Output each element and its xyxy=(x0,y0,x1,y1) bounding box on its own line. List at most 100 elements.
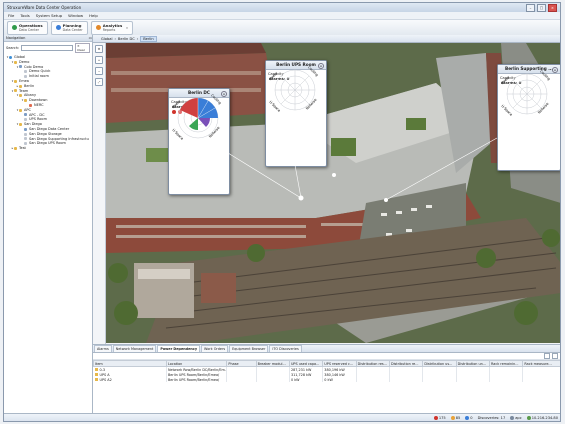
chevron-right-icon: › xyxy=(136,36,139,41)
room-icon xyxy=(24,75,27,79)
cell-text: 0 kW xyxy=(290,377,300,382)
bottom-panel: Alarms Network Management Power Dependen… xyxy=(93,344,560,414)
analytics-title: Analytics xyxy=(102,22,123,28)
warning-count[interactable]: 85 xyxy=(450,416,461,420)
user-icon xyxy=(510,416,515,420)
tab-ito-discoveries[interactable]: ITO Discoveries xyxy=(269,345,302,352)
card-berlin-ups-room[interactable]: Berlin UPS Room × Capacity Power Cooling … xyxy=(265,60,327,167)
filter-icon[interactable] xyxy=(544,353,550,359)
room-icon xyxy=(24,118,27,122)
breadcrumb-berlin-dc[interactable]: Berlin DC xyxy=(118,37,135,41)
aerial-map-view[interactable]: Berlin DC × Capacity Power Cooling U-Spac… xyxy=(106,43,560,343)
cell-text: 380,196 kW xyxy=(324,367,345,372)
user-label: apc xyxy=(515,416,522,420)
menu-help[interactable]: Help xyxy=(89,13,98,18)
breadcrumb-global[interactable]: Global xyxy=(101,37,112,41)
tab-power-dependency[interactable]: Power Dependency xyxy=(157,345,201,352)
room-icon xyxy=(24,70,27,74)
tab-work-orders[interactable]: Work Orders xyxy=(201,345,229,352)
map-toolbar: ✥ + − ⤢ xyxy=(93,43,106,345)
axis-power: Power xyxy=(171,99,182,110)
globe-icon xyxy=(9,55,12,59)
warning-alarm-icon xyxy=(450,416,455,420)
ups-room-capacity-radar: Power Cooling U-Space Network xyxy=(268,65,319,112)
table-cell xyxy=(256,377,290,382)
card-berlin-dc[interactable]: Berlin DC × Capacity Power Cooling U-Spac… xyxy=(168,88,230,195)
cell-text: UPS A xyxy=(99,372,110,377)
table-cell xyxy=(422,377,457,382)
table-cell xyxy=(456,377,491,382)
tree-item[interactable]: ▸ Test xyxy=(4,146,92,151)
maximize-button[interactable]: □ xyxy=(537,3,546,12)
critical-count[interactable]: 175 xyxy=(433,416,446,420)
operations-subtitle: Data Center xyxy=(19,27,40,32)
planning-icon xyxy=(55,25,61,30)
discoveries[interactable]: Discoveries: 17 xyxy=(478,416,506,420)
tree-item-label: Test xyxy=(19,146,26,151)
clear-button[interactable]: ✕ Clear xyxy=(75,43,90,53)
cell-text: 0 kW xyxy=(324,377,333,382)
clear-label: Clear xyxy=(77,48,85,52)
table-cell: Berlin UPS Room/Berlin/Emea/ xyxy=(166,377,228,382)
info-count[interactable]: 0 xyxy=(465,416,473,420)
ups-icon xyxy=(94,368,98,371)
dc-icon xyxy=(24,113,27,117)
table-cell: Berlin UPS Room/Berlin/Emea/ xyxy=(166,372,228,377)
fit-icon[interactable]: ⤢ xyxy=(95,78,103,86)
breadcrumb-berlin[interactable]: Berlin xyxy=(140,35,157,42)
ups-icon xyxy=(94,378,98,381)
power-dependency-table: Item Location Phase Breaker modul... UPS use… xyxy=(93,360,560,382)
operations-button[interactable]: Operations Data Center xyxy=(7,20,48,35)
export-icon[interactable] xyxy=(552,353,558,359)
operations-title: Operations xyxy=(19,22,43,28)
tab-equipment-browser[interactable]: Equipment Browser xyxy=(229,345,269,352)
axis-uspace: U-Space xyxy=(171,128,184,141)
planning-button[interactable]: Planning Data Center xyxy=(50,20,88,35)
tab-network-management[interactable]: Network Management xyxy=(112,345,157,352)
operations-icon xyxy=(12,25,17,30)
axis-network: Network xyxy=(537,102,550,115)
close-button[interactable]: × xyxy=(548,3,557,12)
menu-file[interactable]: File xyxy=(8,13,14,18)
breadcrumb: Global › Berlin DC › Berlin xyxy=(101,35,157,42)
chevron-down-icon[interactable]: ▾ xyxy=(126,26,128,30)
navigation-search: Search: ✕ Clear xyxy=(4,42,92,54)
server-icon xyxy=(526,416,531,420)
room-icon xyxy=(24,132,27,136)
perspective-toolbar: Operations Data Center Planning Data Cente… xyxy=(4,20,560,36)
menu-window[interactable]: Window xyxy=(68,13,83,18)
cell-text: 0-3 xyxy=(99,367,106,372)
pan-icon[interactable]: ✥ xyxy=(95,45,103,53)
card-berlin-supporting[interactable]: Berlin Supporting ... × Capacity Power Co… xyxy=(497,64,560,171)
cell-text: 311,728 kW xyxy=(290,372,312,377)
menu-system-setup[interactable]: System Setup xyxy=(36,13,62,18)
bottom-tabs: Alarms Network Management Power Dependen… xyxy=(93,345,560,353)
folder-icon xyxy=(14,60,17,64)
ups-icon xyxy=(94,373,98,376)
folder-icon xyxy=(24,99,27,103)
tree-item-label: Initial room xyxy=(29,74,49,79)
tab-alarms[interactable]: Alarms xyxy=(94,345,112,352)
user: apc xyxy=(510,416,522,420)
table-row[interactable]: UPS A2 Berlin UPS Room/Berlin/Emea/0 kW 0 … xyxy=(93,377,560,382)
search-input[interactable] xyxy=(21,45,74,51)
axis-power: Power xyxy=(500,75,511,86)
analytics-subtitle: Reports xyxy=(102,27,116,32)
cell-text: 287,231 kW xyxy=(290,367,312,372)
minimize-pane-icon[interactable]: ▭ xyxy=(89,36,92,40)
critical-count-label: 175 xyxy=(438,416,446,420)
warning-count-label: 85 xyxy=(455,416,461,420)
analytics-button[interactable]: Analytics Reports ▾ xyxy=(90,20,133,35)
folder-icon xyxy=(19,84,22,88)
cell-text: Network Row/Berlin DC/Berlin/Em... xyxy=(167,367,227,372)
folder-icon xyxy=(19,94,22,98)
minimize-button[interactable]: – xyxy=(526,3,535,12)
zoom-out-icon[interactable]: − xyxy=(95,67,103,75)
folder-icon xyxy=(14,89,17,93)
axis-power: Power xyxy=(268,71,279,82)
zoom-in-icon[interactable]: + xyxy=(95,56,103,64)
planning-title: Planning xyxy=(62,22,82,28)
menu-tools[interactable]: Tools xyxy=(20,13,29,18)
table-cell xyxy=(356,377,390,382)
uspace-segment xyxy=(189,118,198,131)
